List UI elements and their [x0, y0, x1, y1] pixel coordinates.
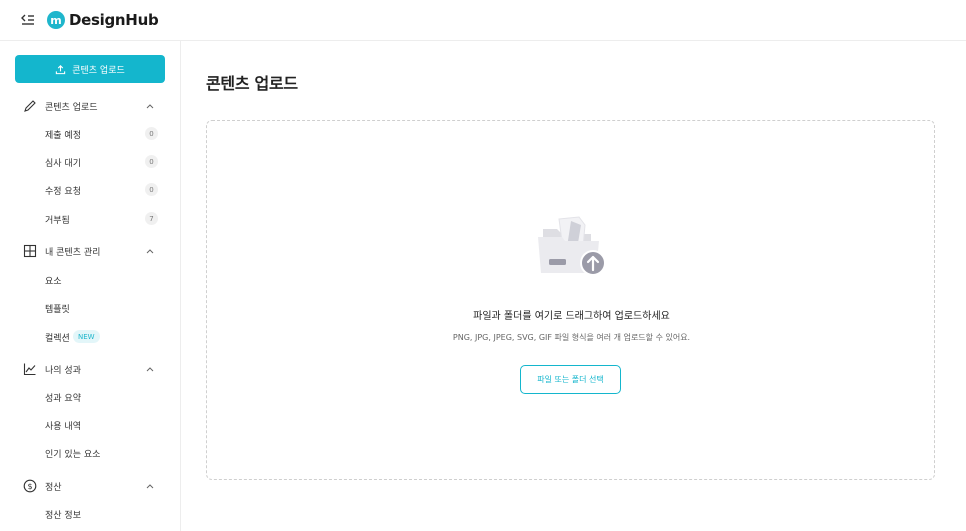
app-name: DesignHub: [69, 11, 159, 29]
sidebar-item-elements[interactable]: 요소: [0, 271, 181, 289]
dropzone-subtitle: PNG, JPG, JPEG, SVG, GIF 파일 형식을 여러 개 업로드…: [452, 333, 691, 342]
grid-icon: [23, 244, 37, 258]
upload-content-button-label: 콘텐츠 업로드: [72, 65, 125, 76]
chevron-up-icon: [146, 249, 154, 254]
chevron-up-icon: [146, 104, 154, 109]
chevron-up-icon: [146, 484, 154, 489]
sidebar-item-under-review[interactable]: 심사 대기 0: [0, 153, 181, 171]
count-badge: 0: [145, 127, 158, 140]
sidebar-item-revision-requested[interactable]: 수정 요청 0: [0, 181, 181, 199]
sidebar-item-label: 수정 요청: [45, 187, 81, 197]
sidebar-section-label: 내 콘텐츠 관리: [45, 248, 101, 258]
top-bar: m DesignHub: [0, 0, 966, 41]
chevron-up-icon: [146, 367, 154, 372]
count-badge: 0: [145, 183, 158, 196]
dropzone-title: 파일과 폴더를 여기로 드래그하여 업로드하세요: [473, 311, 670, 322]
sidebar-item-label: 정산 정보: [45, 511, 81, 521]
sidebar-item-label: 요소: [45, 277, 62, 287]
chart-line-icon: [23, 363, 36, 376]
count-badge: 7: [145, 212, 158, 225]
sidebar-item-usage-history[interactable]: 사용 내역: [0, 416, 181, 434]
sidebar-item-label: 심사 대기: [45, 159, 81, 169]
count-badge: 0: [145, 155, 158, 168]
collapse-sidebar-icon[interactable]: [19, 11, 37, 29]
sidebar-section-label: 나의 성과: [45, 366, 81, 376]
svg-text:$: $: [27, 482, 32, 491]
new-badge: NEW: [73, 330, 100, 343]
pencil-icon: [24, 100, 36, 112]
file-dropzone[interactable]: 파일과 폴더를 여기로 드래그하여 업로드하세요 PNG, JPG, JPEG,…: [206, 120, 935, 480]
sidebar-item-popular-elements[interactable]: 인기 있는 요소: [0, 444, 181, 462]
sidebar-item-label: 제출 예정: [45, 131, 81, 141]
sidebar-item-rejected[interactable]: 거부됨 7: [0, 210, 181, 228]
sidebar-item-label: 거부됨: [45, 216, 70, 226]
sidebar-item-templates[interactable]: 템플릿: [0, 299, 181, 317]
sidebar-item-label: 인기 있는 요소: [45, 450, 101, 460]
logo-mark: m: [47, 11, 65, 29]
sidebar-section-content-upload[interactable]: 콘텐츠 업로드: [0, 96, 181, 116]
sidebar-section-settlement[interactable]: $ 정산: [0, 476, 181, 496]
page-title: 콘텐츠 업로드: [206, 74, 298, 93]
dollar-circle-icon: $: [23, 479, 37, 493]
folder-upload-icon: [535, 213, 607, 279]
app-logo[interactable]: m DesignHub: [47, 9, 159, 31]
sidebar-section-label: 콘텐츠 업로드: [45, 103, 98, 113]
sidebar-item-to-submit[interactable]: 제출 예정 0: [0, 125, 181, 143]
select-files-button[interactable]: 파일 또는 폴더 선택: [520, 365, 621, 394]
sidebar-item-label: 템플릿: [45, 305, 70, 315]
sidebar-item-label: 컬렉션: [45, 334, 70, 344]
sidebar-section-my-content[interactable]: 내 콘텐츠 관리: [0, 241, 181, 261]
sidebar-section-label: 정산: [45, 483, 62, 493]
sidebar: 콘텐츠 업로드 콘텐츠 업로드 제출 예정 0 심사 대기 0 수정 요청 0 …: [0, 41, 181, 531]
sidebar-item-label: 사용 내역: [45, 422, 81, 432]
upload-content-button[interactable]: 콘텐츠 업로드: [15, 55, 165, 83]
sidebar-item-collections[interactable]: 컬렉션 NEW: [0, 328, 181, 346]
sidebar-item-label: 성과 요약: [45, 394, 81, 404]
upload-icon: [56, 64, 66, 74]
sidebar-section-my-performance[interactable]: 나의 성과: [0, 359, 181, 379]
sidebar-item-performance-summary[interactable]: 성과 요약: [0, 388, 181, 406]
sidebar-item-settlement-info[interactable]: 정산 정보: [0, 505, 181, 523]
